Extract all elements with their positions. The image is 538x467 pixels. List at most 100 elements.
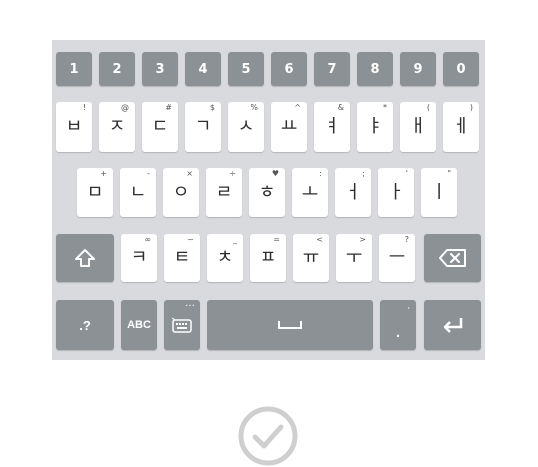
key-sub-label: > — [359, 235, 366, 244]
key-sub-label: ! — [82, 103, 86, 112]
space-key[interactable] — [207, 300, 373, 350]
key-label: 6 — [284, 61, 294, 77]
key-sub-label: ( — [426, 103, 430, 112]
key-label: ㅗ — [301, 181, 319, 203]
key-label: ㅠ — [302, 247, 320, 268]
key-row3-1[interactable]: ∞ ㅋ — [121, 234, 157, 282]
key-sub-label: & — [337, 103, 344, 112]
key-row2-1[interactable]: + ㅁ — [77, 168, 113, 217]
key-sub-label: ∞ — [144, 235, 151, 244]
key-label: ㅊ — [216, 247, 234, 268]
key-row2-8[interactable]: ' ㅏ — [378, 168, 414, 217]
key-row2-2[interactable]: -ㄴ — [120, 168, 156, 217]
backspace-key[interactable] — [424, 234, 481, 282]
key-row3-2[interactable]: ~ ㅌ — [164, 234, 200, 282]
key-0[interactable]: 0 — [443, 52, 479, 86]
key-sub-label: + — [100, 169, 107, 178]
key-label: ㅐ — [409, 116, 427, 137]
key-label: ㅣ — [430, 181, 448, 203]
key-sub-label: % — [250, 103, 258, 112]
key-row3-7[interactable]: ? ㅡ — [379, 234, 415, 282]
key-3[interactable]: 3 — [142, 52, 178, 86]
key-label: ㅋ — [130, 247, 148, 268]
key-label: ㅔ — [452, 116, 470, 137]
keyboard-settings-key[interactable]: … — [164, 298, 200, 350]
key-row2-5[interactable]: ♥ ㅎ — [249, 168, 285, 217]
abc-key[interactable]: ABC — [121, 300, 157, 350]
key-label: ㅎ — [258, 181, 276, 203]
abc-label: ABC — [127, 319, 151, 331]
key-row2-6[interactable]: :ㅗ — [292, 168, 328, 217]
key-sub-label: < — [316, 235, 323, 244]
key-sub-label: , — [407, 301, 410, 310]
key-6[interactable]: ^ ㅛ — [271, 102, 307, 152]
key-9[interactable]: (ㅐ — [400, 102, 436, 152]
key-row2-3[interactable]: × ㅇ — [163, 168, 199, 217]
keyboard-icon — [171, 317, 192, 333]
key-9[interactable]: 9 — [400, 52, 436, 86]
key-label: ㅇ — [172, 181, 190, 203]
enter-icon — [443, 318, 462, 333]
space-icon — [278, 321, 302, 329]
key-row3-6[interactable]: > ㅜ — [336, 234, 372, 282]
key-label: . — [395, 321, 401, 342]
key-4[interactable]: $ ㄱ — [185, 102, 221, 152]
key-sub-label: " — [447, 169, 451, 178]
key-4[interactable]: 4 — [185, 52, 221, 86]
key-label: 3 — [155, 61, 165, 77]
key-7[interactable]: & ㅕ — [314, 102, 350, 152]
key-sub-label: ~ — [187, 235, 194, 244]
key-label: ㅈ — [108, 116, 126, 137]
key-sub-label: ; — [362, 169, 365, 178]
key-label: 5 — [241, 61, 251, 77]
key-sub-label: $ — [209, 103, 215, 112]
key-label: ㅍ — [259, 247, 277, 268]
key-sub-label: ' — [405, 169, 408, 178]
key-label: ㄴ — [129, 181, 147, 203]
key-row2-7[interactable]: ; ㅓ — [335, 168, 371, 217]
key-5[interactable]: 5 — [228, 52, 264, 86]
keyboard: 1 2 3 4 5 6 7 8 9 0! ㅂ @ ㅈ # ㄷ $ ㄱ% ㅅ ^ ㅛ & ㅕ * ㅑ(ㅐ) ㅔ + ㅁ - ㄴ × ㅇ ÷ ㄹ ♥ ㅎ… — [52, 40, 485, 360]
key-label: ㅁ — [86, 181, 104, 203]
key-sub-label: × — [186, 169, 193, 178]
checkmark-circle-icon[interactable] — [238, 406, 298, 466]
key-label: 2 — [112, 61, 122, 77]
key-label: ㄹ — [215, 181, 233, 203]
shift-key[interactable] — [56, 234, 114, 282]
shift-icon — [75, 249, 95, 267]
key-sub-label: = — [273, 235, 280, 244]
key-6[interactable]: 6 — [271, 52, 307, 86]
key-row2-9[interactable]: " ㅣ — [421, 168, 457, 217]
key-label: ㅌ — [173, 247, 191, 268]
key-sub-label: - — [147, 169, 150, 178]
key-row2-4[interactable]: ÷ ㄹ — [206, 168, 242, 217]
symbols-key[interactable]: .? — [56, 300, 114, 350]
key-5[interactable]: % ㅅ — [228, 102, 264, 152]
symbols-label: .? — [79, 317, 91, 333]
key-row3-3[interactable]: _ ㅊ — [207, 234, 243, 282]
key-row3-5[interactable]: < ㅠ — [293, 234, 329, 282]
key-sub-label: … — [185, 298, 195, 309]
key-8[interactable]: 8 — [357, 52, 393, 86]
key-label: 0 — [456, 61, 466, 77]
key-3[interactable]: # ㄷ — [142, 102, 178, 152]
key-sub-label: _ — [233, 235, 237, 244]
key-label: ㅏ — [387, 181, 405, 203]
key-label: ㅜ — [345, 247, 363, 268]
key-label: ㅑ — [366, 116, 384, 137]
key-label: 8 — [370, 61, 380, 77]
key-label: ㅡ — [388, 247, 406, 268]
key-1[interactable]: ! ㅂ — [56, 102, 92, 152]
enter-key[interactable] — [424, 300, 481, 350]
key-row3-4[interactable]: = ㅍ — [250, 234, 286, 282]
key-1[interactable]: 1 — [56, 52, 92, 86]
key-2[interactable]: @ ㅈ — [99, 102, 135, 152]
key-label: 9 — [413, 61, 423, 77]
key-2[interactable]: 2 — [99, 52, 135, 86]
key-sub-label: # — [165, 103, 172, 112]
key-8[interactable]: * ㅑ — [357, 102, 393, 152]
period-key[interactable]: ,. — [380, 300, 416, 350]
key-10[interactable]: ) ㅔ — [443, 102, 479, 152]
key-label: ㅅ — [237, 116, 255, 137]
key-7[interactable]: 7 — [314, 52, 350, 86]
